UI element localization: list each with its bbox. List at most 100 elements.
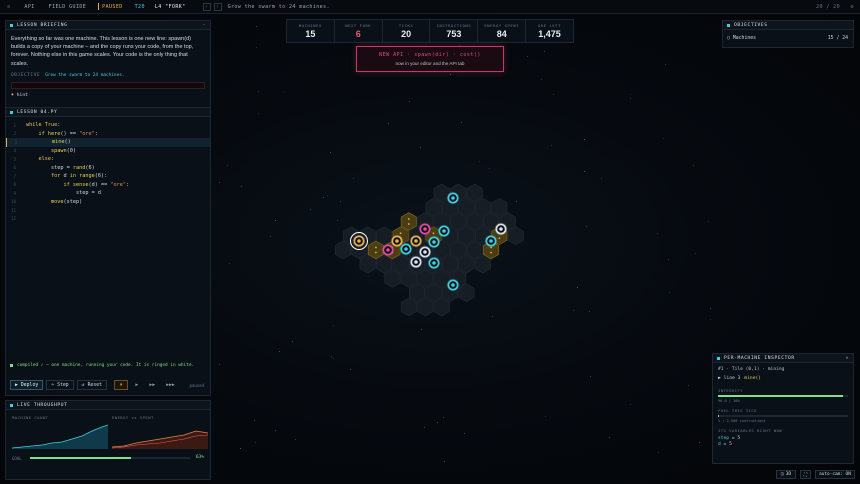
machine-core xyxy=(414,239,418,243)
hex-tile[interactable] xyxy=(466,212,483,231)
hex-tile[interactable] xyxy=(441,254,459,274)
hex-tile[interactable] xyxy=(417,297,434,317)
machine-core xyxy=(423,250,427,254)
hex-tile[interactable] xyxy=(408,283,426,302)
hex-tile[interactable] xyxy=(458,197,475,217)
reset-button[interactable]: ↺ Reset xyxy=(76,380,108,390)
hex-tile[interactable] xyxy=(334,240,352,260)
hex-tile[interactable] xyxy=(425,283,442,302)
hex-tile[interactable] xyxy=(376,226,393,246)
machine-core xyxy=(489,239,493,243)
hex-tile[interactable] xyxy=(392,254,409,274)
code-line[interactable]: 8 if sense(d) == "ore": xyxy=(6,181,210,190)
integrity-fill xyxy=(718,395,843,397)
settings-icon[interactable]: ⚙ xyxy=(851,4,854,10)
view-label: 3D xyxy=(785,472,792,477)
machine-count-area xyxy=(12,425,108,449)
ore-tile[interactable] xyxy=(400,212,417,231)
stat-value: 1,475 xyxy=(538,29,561,39)
stat-label: TICKS xyxy=(398,23,414,28)
hex-tile[interactable] xyxy=(466,240,483,260)
speed-pause[interactable]: ⏸ xyxy=(114,380,129,390)
machine-core xyxy=(395,239,399,243)
prev-icon[interactable]: ‹ xyxy=(202,2,211,11)
speed-1x[interactable]: ▶ xyxy=(131,380,142,390)
hex-tile[interactable] xyxy=(384,269,401,288)
stat-1: NEXT FORK 6 xyxy=(335,20,383,42)
goal-percent: 63% xyxy=(195,455,204,460)
code-line[interactable]: 10 move(step) xyxy=(6,198,210,207)
deploy-button[interactable]: ▶ Deploy xyxy=(10,380,44,390)
stat-label: ORE LEFT xyxy=(538,23,562,28)
collapse-icon[interactable]: − xyxy=(203,23,206,28)
line-number: 4 xyxy=(13,148,16,154)
hex-tile[interactable] xyxy=(376,254,393,274)
close-icon[interactable]: ✕ xyxy=(846,356,849,361)
code-editor[interactable]: 1 while True: 2 if here() == "ore": 3 mine(… xyxy=(6,121,210,223)
stats-bar: MACHINES 15 NEXT FORK 6 TICKS 20 INSTRUCTIONS 7… xyxy=(286,19,574,43)
hex-tile[interactable] xyxy=(458,226,475,246)
speed-label: paused xyxy=(189,382,204,388)
objective-label: OBJECTIVE xyxy=(11,72,41,78)
hex-tile[interactable] xyxy=(417,269,434,288)
machine-id: #1 · Tile (0,1) · mining xyxy=(718,367,785,372)
next-icon[interactable]: › xyxy=(213,2,222,11)
play-icon: ▶ xyxy=(15,382,18,388)
energy-label: ENERGY vs SPENT xyxy=(112,415,154,420)
notice-subtitle: now in your editor and the API tab xyxy=(395,61,465,66)
objectives-panel: OBJECTIVES ○ Machines 15 / 24 xyxy=(722,20,854,48)
machine-core xyxy=(357,239,361,243)
menu-icon[interactable]: ≡ xyxy=(7,4,10,10)
api-tab[interactable]: API xyxy=(24,4,34,10)
hex-tile[interactable] xyxy=(474,254,491,274)
hex-tile[interactable] xyxy=(425,197,442,217)
stat-value: 84 xyxy=(496,29,507,39)
hex-tile[interactable] xyxy=(507,226,524,246)
hex-tile[interactable] xyxy=(400,269,417,288)
code-line[interactable]: 11 xyxy=(6,206,210,215)
hex-tile[interactable] xyxy=(458,283,475,302)
step-button[interactable]: ↷ Step xyxy=(46,380,74,390)
hex-tile[interactable] xyxy=(458,254,475,274)
code-line[interactable]: 4 spawn(0) xyxy=(6,147,210,156)
objective-text: Grow the swarm to 24 machines. xyxy=(45,72,125,78)
integrity-bar xyxy=(718,395,848,397)
hex-tile[interactable] xyxy=(466,183,483,203)
current-line-icon: ▶ xyxy=(718,376,721,381)
hex-tile[interactable] xyxy=(450,212,467,231)
var-row: d = 5 xyxy=(718,442,732,447)
goal-fill xyxy=(30,457,131,459)
hint-button[interactable]: ♦ hint xyxy=(11,93,205,98)
hex-tile[interactable] xyxy=(491,197,508,217)
field-guide-tab[interactable]: FIELD GUIDE xyxy=(49,4,87,10)
speed-2x[interactable]: ▶▶ xyxy=(145,380,159,390)
new-api-notice[interactable]: NEW API · spawn(dir) · cost() now in you… xyxy=(356,46,504,72)
code-line[interactable]: 6 step = rand(6) xyxy=(6,164,210,173)
goal-label: GOAL xyxy=(12,456,22,461)
reset-label: Reset xyxy=(87,382,103,388)
fullscreen-button[interactable]: ⛶ xyxy=(800,470,811,479)
stat-value: 6 xyxy=(355,29,361,39)
objective-item: Machines xyxy=(732,36,756,41)
ore-tile[interactable] xyxy=(367,240,384,260)
autocam-toggle[interactable]: auto-cam: ON xyxy=(815,470,855,479)
hex-tile[interactable] xyxy=(474,197,491,217)
code-line[interactable]: 9 step = d xyxy=(6,189,210,198)
objectives-title: OBJECTIVES xyxy=(734,22,768,28)
hex-tile[interactable] xyxy=(359,254,376,274)
code-line[interactable]: 5 else: xyxy=(6,155,210,164)
hex-tile[interactable] xyxy=(433,297,450,317)
stat-label: INSTRUCTIONS xyxy=(436,23,472,28)
code-line[interactable]: 1 while True: xyxy=(6,121,210,130)
code-line[interactable]: 7 for d in range(6): xyxy=(6,172,210,181)
code-line[interactable]: 3 mine() xyxy=(6,138,210,147)
inspector-header: PER-MACHINE INSPECTOR ✕ xyxy=(713,354,853,363)
code-line[interactable]: 2 if here() == "ore": xyxy=(6,130,210,139)
var-name: d xyxy=(718,442,721,447)
current-line-code: mine() xyxy=(744,376,761,381)
hex-tile[interactable] xyxy=(400,297,417,317)
speed-3x[interactable]: ▶▶▶ xyxy=(162,380,179,390)
view-3d-button[interactable]: ◫ 3D xyxy=(776,470,796,479)
hex-tile[interactable] xyxy=(450,240,467,260)
code-line[interactable]: 12 xyxy=(6,215,210,224)
